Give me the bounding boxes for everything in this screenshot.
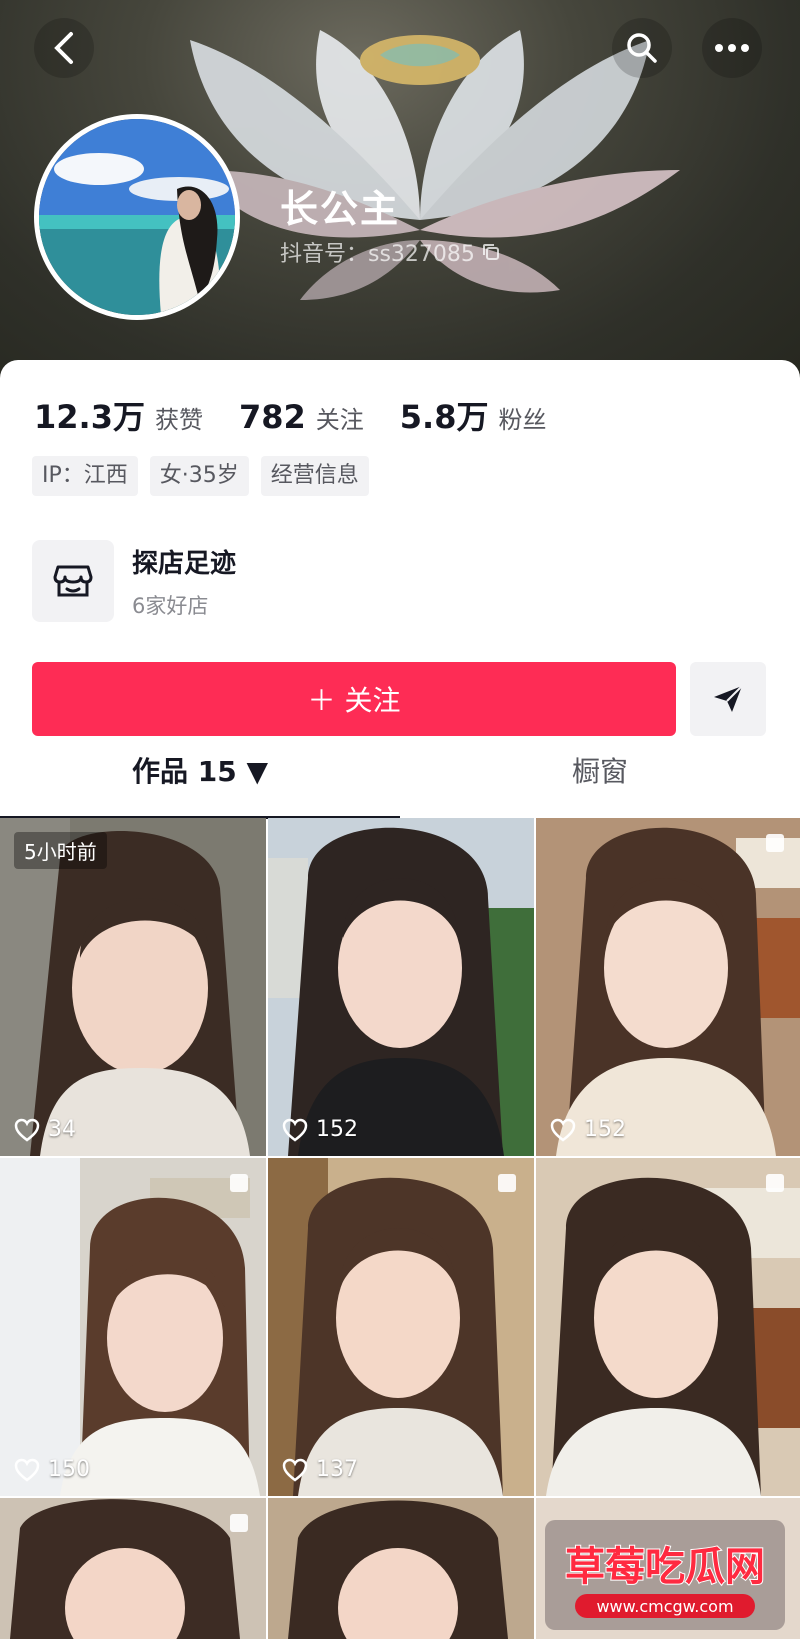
pinned-time-badge: 5小时前 [14, 832, 107, 869]
like-count: 150 [14, 1457, 90, 1482]
like-count: 137 [282, 1457, 358, 1482]
multi-image-icon [230, 1174, 248, 1192]
video-thumbnail[interactable] [536, 1158, 800, 1496]
send-icon [714, 685, 743, 712]
copy-icon[interactable] [481, 242, 501, 262]
tab-works[interactable]: 作品 15 ▼ [0, 750, 400, 790]
profile-tabs: 作品 15 ▼ 橱窗 [0, 750, 800, 810]
stats-row: 12.3万 获赞 782 关注 5.8万 粉丝 [34, 392, 582, 438]
multi-image-icon [766, 1174, 784, 1192]
like-count: 152 [550, 1117, 626, 1142]
store-icon [53, 565, 93, 597]
video-cover [268, 1158, 534, 1496]
search-button[interactable] [612, 18, 672, 78]
chevron-left-icon [54, 32, 73, 64]
video-cover [0, 1498, 266, 1639]
more-dots-icon [715, 44, 749, 52]
multi-image-icon [498, 1174, 516, 1192]
message-button[interactable] [690, 662, 766, 736]
heart-icon [14, 1458, 40, 1482]
video-cover [268, 818, 534, 1156]
video-cover [536, 818, 800, 1156]
video-thumbnail[interactable]: 152 [268, 818, 534, 1156]
watermark-title: 草莓吃瓜网 [565, 1544, 765, 1590]
tag-business-info[interactable]: 经营信息 [260, 456, 369, 496]
multi-image-icon [230, 1514, 248, 1532]
tags-row: IP：江西 女·35岁 经营信息 [32, 456, 369, 496]
back-button[interactable] [34, 18, 94, 78]
heart-icon [282, 1458, 308, 1482]
video-thumbnail[interactable]: 150 [0, 1158, 266, 1496]
like-count-value: 137 [316, 1457, 358, 1482]
tag-ip: IP：江西 [32, 456, 138, 496]
shop-visits-entry[interactable]: 探店足迹 6家好店 [32, 540, 236, 622]
watermark-logo: 草莓吃瓜网 www.cmcgw.com [545, 1520, 785, 1630]
video-thumbnail[interactable]: 152 [536, 818, 800, 1156]
video-cover [268, 1498, 534, 1639]
video-thumbnail[interactable]: 137 [268, 1158, 534, 1496]
like-count: 34 [14, 1117, 76, 1142]
heart-icon [550, 1118, 576, 1142]
video-thumbnail[interactable] [268, 1498, 534, 1639]
followers-label[interactable]: 粉丝 [498, 400, 546, 435]
avatar[interactable] [34, 114, 240, 320]
profile-header: 长公主 抖音号：ss327085 [0, 0, 800, 390]
profile-name: 长公主 [280, 187, 401, 231]
douyin-id-text: 抖音号：ss327085 [280, 242, 475, 267]
tag-gender-age: 女·35岁 [149, 456, 249, 496]
video-cover [0, 1158, 266, 1496]
store-icon-box [32, 540, 114, 622]
like-count-value: 34 [48, 1117, 76, 1142]
follow-button[interactable]: ＋ 关注 [32, 662, 676, 736]
site-watermark: 草莓吃瓜网 www.cmcgw.com [545, 1520, 785, 1634]
more-button[interactable] [702, 18, 762, 78]
watermark-url: www.cmcgw.com [596, 1597, 733, 1616]
like-count: 152 [282, 1117, 358, 1142]
likes-label: 获赞 [154, 406, 203, 434]
heart-icon [282, 1118, 308, 1142]
following-count[interactable]: 782 [239, 398, 306, 436]
like-count-value: 150 [48, 1457, 90, 1482]
like-count-value: 152 [584, 1117, 626, 1142]
likes-count: 12.3万 [34, 398, 145, 436]
shop-subtitle: 6家好店 [132, 593, 209, 618]
like-count-value: 152 [316, 1117, 358, 1142]
video-cover [536, 1158, 800, 1496]
douyin-id[interactable]: 抖音号：ss327085 [280, 236, 501, 268]
shop-title: 探店足迹 [132, 548, 237, 579]
multi-image-icon [766, 834, 784, 852]
heart-icon [14, 1118, 40, 1142]
tab-showcase[interactable]: 橱窗 [400, 750, 800, 790]
followers-count[interactable]: 5.8万 [400, 392, 489, 438]
video-thumbnail[interactable]: 5小时前 34 [0, 818, 266, 1156]
following-label[interactable]: 关注 [316, 400, 364, 435]
avatar-image [39, 119, 235, 315]
search-icon [627, 33, 657, 63]
video-thumbnail[interactable] [0, 1498, 266, 1639]
